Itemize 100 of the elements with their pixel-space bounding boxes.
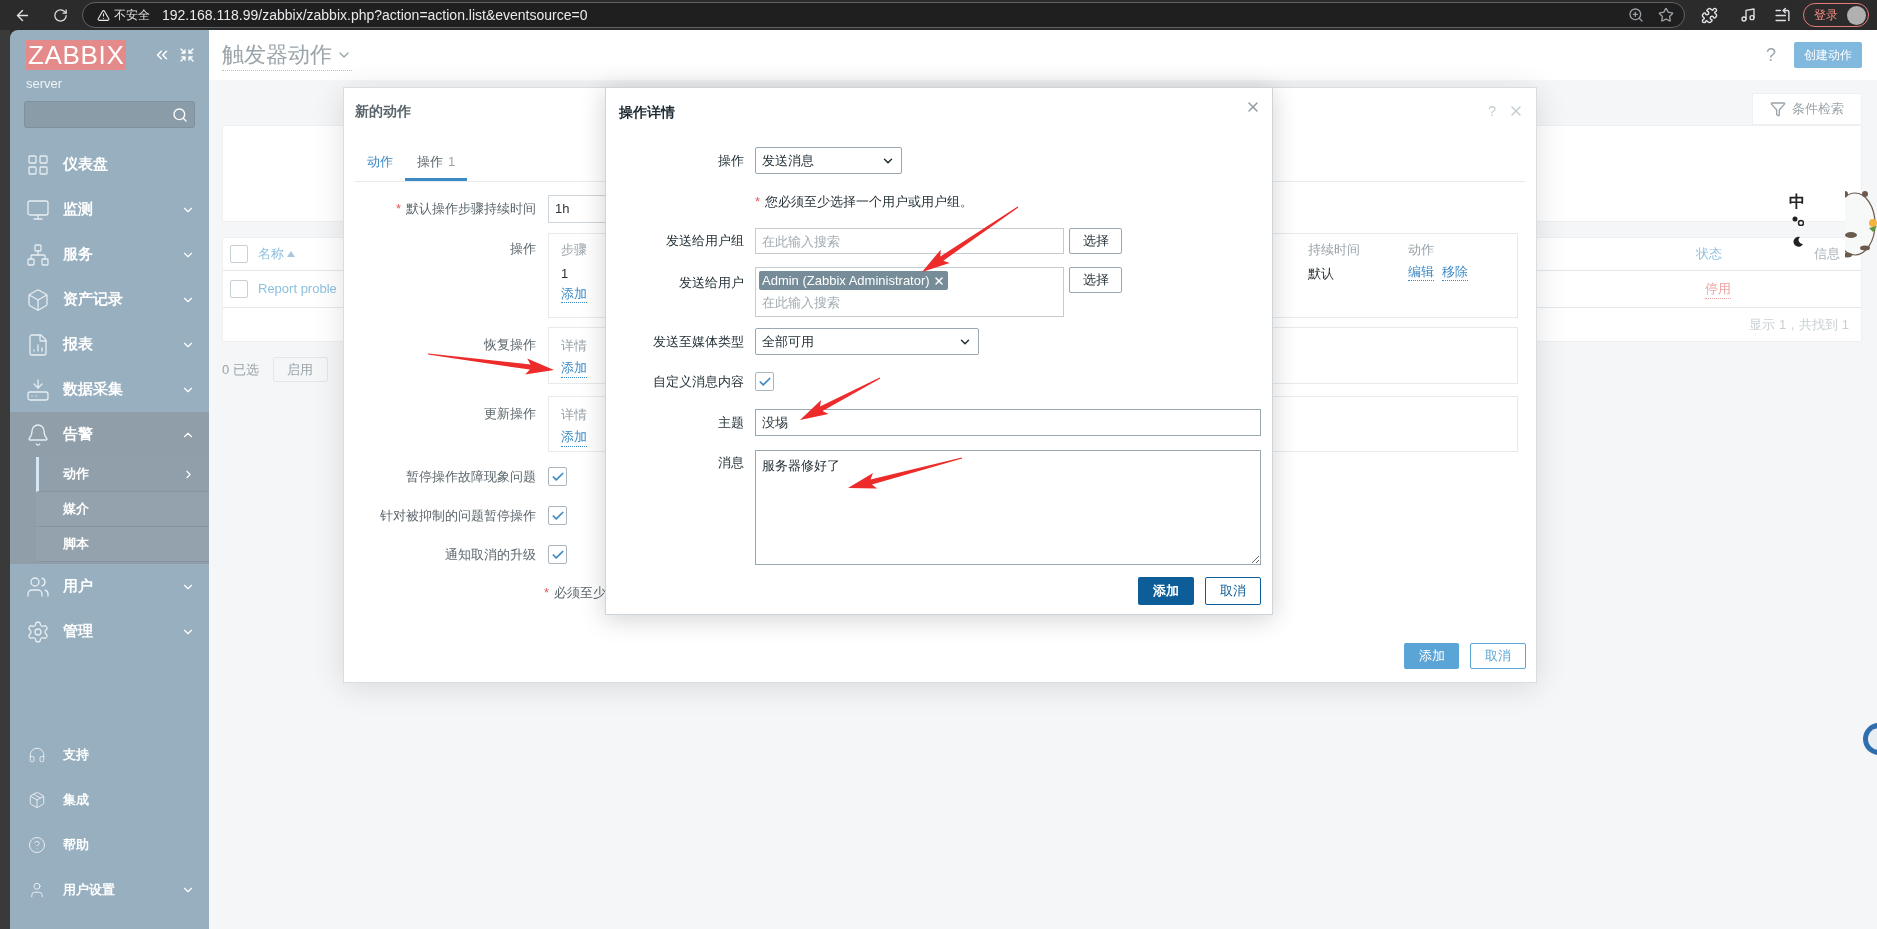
tab[interactable]: 动作 (355, 145, 405, 181)
selected-count: 0 已选 (222, 360, 259, 379)
checkbox[interactable] (230, 245, 248, 263)
ime-indicator[interactable]: 中 (1789, 190, 1805, 214)
security-label: 不安全 (114, 7, 150, 24)
tab-label: 动作 (367, 152, 393, 171)
menu-item[interactable]: 报表 (10, 322, 209, 367)
dropdown[interactable]: 全部可用 (755, 328, 979, 355)
menu-label: 帮助 (63, 835, 89, 854)
cancel-button[interactable]: 取消 (1470, 643, 1526, 669)
status-link[interactable]: 停用 (1705, 278, 1731, 300)
column-header[interactable]: 名称 (258, 244, 284, 264)
network-icon (26, 242, 50, 267)
menu-item[interactable]: 管理 (10, 609, 209, 654)
search-field[interactable]: 在此输入搜索 (759, 292, 959, 312)
submenu-item[interactable]: 动作 (36, 457, 209, 492)
headset-icon (28, 745, 46, 764)
message-field[interactable]: 服务器修好了 (755, 450, 1261, 565)
report-icon (26, 332, 50, 357)
submenu-label: 动作 (63, 465, 89, 484)
create-action-button[interactable]: 创建动作 (1794, 42, 1862, 68)
subject-field[interactable]: 没埸 (755, 409, 1261, 436)
page-title[interactable]: 触发器动作 (222, 39, 352, 71)
column-header: 详情 (561, 337, 587, 355)
checkbox[interactable] (548, 506, 567, 525)
menu-label: 告警 (63, 424, 93, 445)
operation-link[interactable]: 移除 (1442, 264, 1468, 281)
submenu-label: 脚本 (63, 535, 89, 554)
hint-text: 您必须至少选择一个用户或用户组。 (765, 193, 974, 212)
help-link[interactable]: ? (1766, 41, 1776, 69)
enable-button[interactable]: 启用 (272, 357, 328, 382)
select-button[interactable]: 选择 (1069, 267, 1122, 293)
remove-icon[interactable] (932, 274, 945, 287)
search-icon (172, 106, 188, 123)
filter-icon (1770, 101, 1786, 117)
dropdown[interactable]: 发送消息 (755, 147, 902, 174)
help-link[interactable]: ? (1488, 100, 1496, 122)
menu-item[interactable]: 告警 (10, 412, 209, 457)
menu-label: 管理 (63, 621, 93, 642)
floating-button-icon[interactable] (1862, 722, 1877, 756)
column-header[interactable]: 状态 (1696, 244, 1814, 264)
tab-count: 1 (448, 152, 456, 171)
menu-item[interactable]: 集成 (10, 777, 209, 822)
dashboard-icon (26, 152, 50, 177)
menu-item[interactable]: 监测 (10, 187, 209, 232)
required-mark: * (755, 193, 761, 212)
field-label: 暂停操作故障现象问题 (405, 467, 536, 486)
menu-item[interactable]: 数据采集 (10, 367, 209, 412)
required-note: 必须至少 (554, 584, 607, 602)
submenu-item[interactable]: 脚本 (36, 527, 209, 562)
field-label: 恢复操作 (483, 336, 536, 354)
zabbix-logo[interactable]: ZABBIX (26, 40, 127, 70)
menu-item[interactable]: 服务 (10, 232, 209, 277)
select-button[interactable]: 选择 (1069, 228, 1122, 254)
checkbox[interactable] (548, 467, 567, 486)
menu-item[interactable]: 仪表盘 (10, 142, 209, 187)
field-label: 发送至媒体类型 (652, 332, 744, 351)
add-link[interactable]: 添加 (561, 428, 587, 447)
menu-label: 集成 (63, 790, 89, 809)
tab[interactable]: 操作 1 (405, 145, 468, 181)
menu-label: 监测 (63, 199, 93, 220)
menu-item[interactable]: 资产记录 (10, 277, 209, 322)
search-field[interactable]: 在此输入搜索 (755, 228, 1064, 254)
zoom-icon[interactable] (1628, 7, 1644, 23)
menu-item[interactable]: 支持 (10, 732, 209, 777)
menu-item[interactable]: 用户设置 (10, 867, 209, 912)
media-icon[interactable] (1740, 7, 1756, 23)
field-label: 消息 (717, 454, 744, 472)
dropdown-value: 发送消息 (762, 151, 814, 170)
submenu-label: 媒介 (63, 500, 89, 519)
column-header: 步骤 (561, 241, 587, 259)
add-link[interactable]: 添加 (561, 359, 587, 378)
menu-label: 用户设置 (63, 880, 115, 899)
field-label: 操作 (717, 151, 744, 170)
checkbox[interactable] (755, 372, 774, 391)
menu-item[interactable]: 用户 (10, 564, 209, 609)
add-button[interactable]: 添加 (1138, 577, 1194, 605)
dropdown-value: 全部可用 (762, 332, 814, 351)
reading-list-icon[interactable] (1774, 6, 1791, 24)
submenu-item[interactable]: 媒介 (36, 492, 209, 527)
menu-label: 用户 (63, 576, 93, 597)
checkbox[interactable] (230, 280, 248, 298)
address-bar[interactable]: 不安全 192.168.118.99/zabbix/zabbix.php?action=action.list&eventsource=0 (82, 2, 1685, 28)
bookmark-icon[interactable] (1658, 7, 1674, 23)
extensions-icon[interactable] (1701, 6, 1718, 24)
cancel-button[interactable]: 取消 (1205, 577, 1261, 605)
add-link[interactable]: 添加 (561, 286, 587, 303)
menu-label: 仪表盘 (63, 154, 108, 175)
user-multiselect[interactable]: Admin (Zabbix Administrator) 在此输入搜索 (755, 267, 1064, 317)
action-name-link[interactable]: Report proble (258, 279, 337, 299)
search-field[interactable] (24, 101, 195, 128)
help-icon (28, 835, 46, 854)
add-button[interactable]: 添加 (1404, 643, 1459, 669)
reload-icon[interactable] (53, 7, 68, 23)
operation-link[interactable]: 编辑 (1408, 264, 1434, 281)
menu-item[interactable]: 帮助 (10, 822, 209, 867)
checkbox[interactable] (548, 545, 567, 564)
filter-tab[interactable]: 条件检索 (1752, 93, 1862, 125)
field-label: 默认操作步骤持续时间 (406, 200, 536, 219)
user-icon (28, 880, 46, 899)
